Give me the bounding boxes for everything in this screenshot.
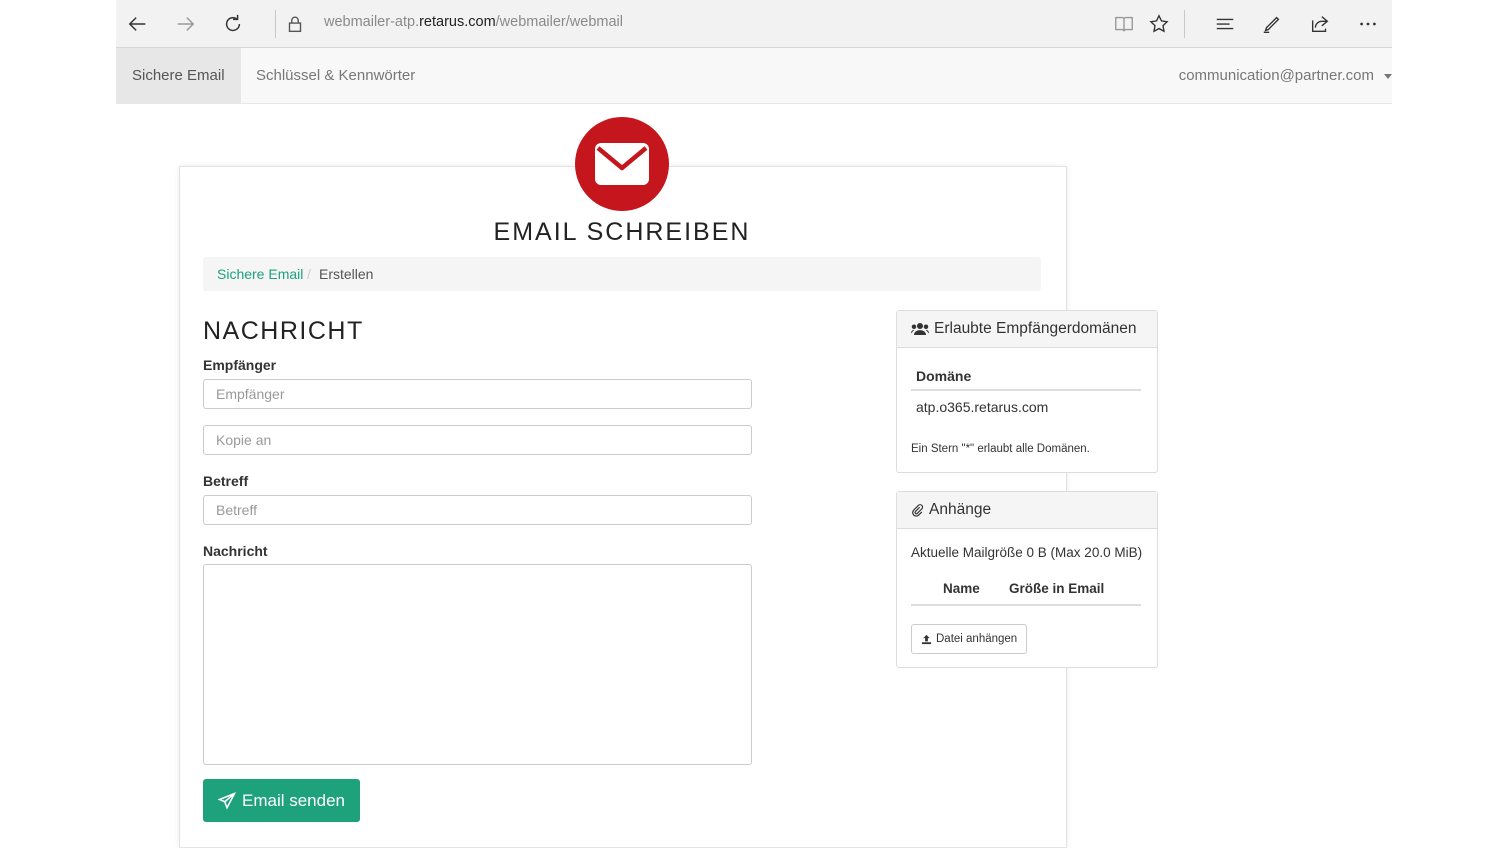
recipient-label: Empfänger — [203, 357, 277, 373]
url-path: /webmailer/webmail — [495, 14, 623, 30]
subject-label: Betreff — [203, 473, 249, 489]
more-icon[interactable] — [1352, 8, 1384, 40]
forward-arrow-icon[interactable] — [169, 8, 201, 40]
back-arrow-icon[interactable] — [122, 8, 154, 40]
domain-row: atp.o365.retarus.com — [916, 399, 1049, 415]
envelope-icon — [575, 117, 669, 211]
mail-size-info: Aktuelle Mailgröße 0 B (Max 20.0 MiB) — [911, 545, 1143, 560]
message-label: Nachricht — [203, 543, 268, 559]
user-menu[interactable]: communication@partner.com — [1179, 48, 1392, 103]
upload-icon — [921, 634, 932, 644]
send-email-button[interactable]: Email senden — [203, 779, 360, 822]
attachments-panel: Anhänge Aktuelle Mailgröße 0 B (Max 20.0… — [896, 491, 1158, 668]
attachments-header: Anhänge — [897, 492, 1157, 529]
paper-plane-icon — [217, 791, 236, 810]
cc-input[interactable] — [203, 425, 752, 455]
url-domain: retarus.com — [419, 14, 496, 30]
users-icon — [911, 323, 929, 335]
attach-file-label: Datei anhängen — [936, 633, 1018, 645]
address-bar[interactable]: webmailer-atp.retarus.com/webmailer/webm… — [324, 14, 623, 30]
attachments-column-name: Name — [943, 581, 980, 596]
app-navbar: Sichere Email Schlüssel & Kennwörter com… — [116, 48, 1392, 104]
lock-icon — [279, 8, 311, 40]
recipient-input[interactable] — [203, 379, 752, 409]
breadcrumb-current: Erstellen — [319, 266, 374, 282]
chevron-down-icon — [1384, 74, 1392, 79]
reading-view-icon[interactable] — [1108, 8, 1140, 40]
nav-item-schluessel-kennwoerter[interactable]: Schlüssel & Kennwörter — [240, 48, 431, 103]
subject-input[interactable] — [203, 495, 752, 525]
nav-item-sichere-email[interactable]: Sichere Email — [116, 48, 241, 103]
send-email-label: Email senden — [241, 790, 345, 810]
hub-icon[interactable] — [1209, 8, 1241, 40]
attachments-column-size: Größe in Email — [1009, 581, 1105, 596]
allowed-domains-panel: Erlaubte Empfängerdomänen Domäne atp.o36… — [896, 310, 1158, 473]
url-prefix: webmailer-atp. — [324, 14, 420, 30]
paperclip-icon — [912, 503, 924, 517]
attach-file-button[interactable]: Datei anhängen — [911, 624, 1028, 654]
breadcrumb: Sichere Email / Erstellen — [203, 257, 1041, 291]
share-icon[interactable] — [1304, 8, 1336, 40]
breadcrumb-link-sichere-email[interactable]: Sichere Email — [217, 257, 303, 291]
domain-column-header: Domäne — [916, 368, 972, 384]
browser-toolbar: webmailer-atp.retarus.com/webmailer/webm… — [116, 0, 1392, 48]
allowed-domains-title: Erlaubte Empfängerdomänen — [934, 320, 1137, 337]
refresh-icon[interactable] — [217, 8, 249, 40]
message-textarea[interactable] — [203, 564, 752, 765]
page-title: EMAIL SCHREIBEN — [493, 218, 751, 246]
breadcrumb-separator: / — [307, 266, 311, 282]
star-icon[interactable] — [1143, 8, 1175, 40]
domain-note: Ein Stern "*" erlaubt alle Domänen. — [911, 443, 1090, 455]
section-title: NACHRICHT — [203, 317, 364, 345]
attachments-title: Anhänge — [929, 501, 992, 518]
pen-icon[interactable] — [1256, 8, 1288, 40]
user-email: communication@partner.com — [1178, 67, 1374, 84]
allowed-domains-header: Erlaubte Empfängerdomänen — [897, 311, 1157, 348]
